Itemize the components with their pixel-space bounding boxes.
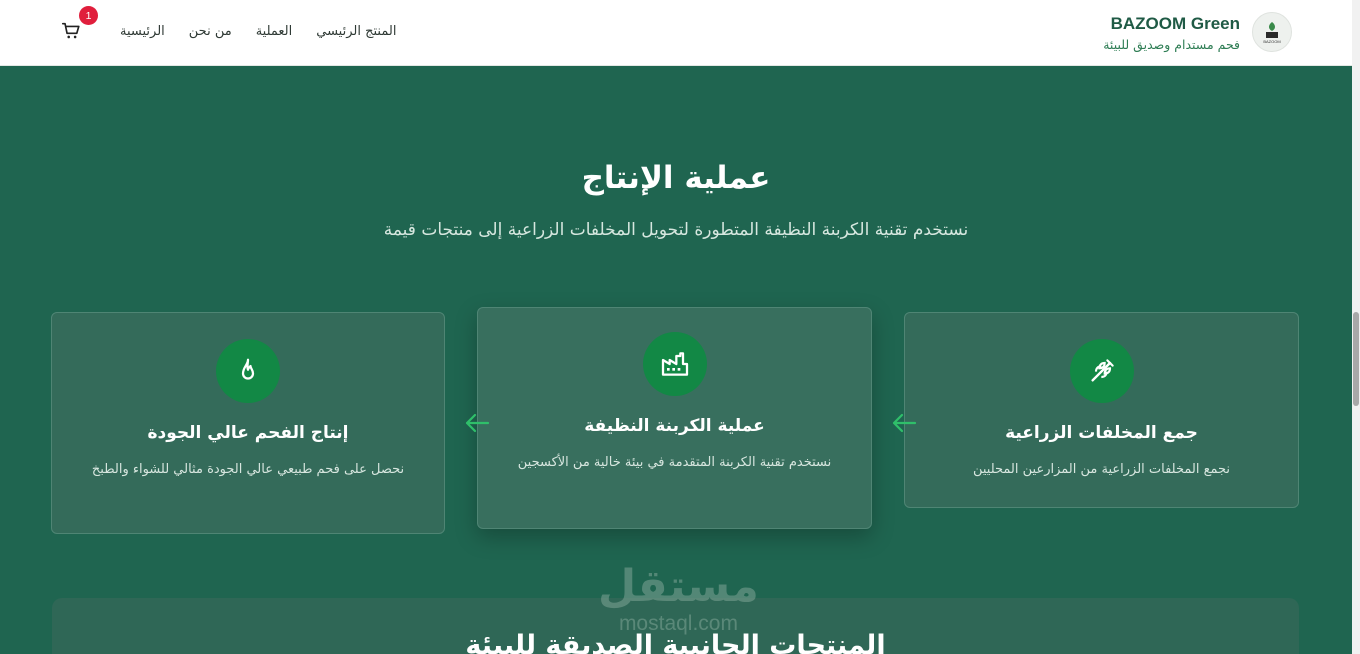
watermark-arabic: مستقل [598, 561, 759, 612]
step-title: عملية الكربنة النظيفة [584, 416, 765, 436]
site-header: BAZOOM BAZOOM Green فحم مستدام وصديق للب… [0, 0, 1352, 66]
section-title: عملية الإنتاج [581, 160, 771, 196]
step-title: إنتاج الفحم عالي الجودة [147, 423, 349, 443]
step-description: نحصل على فحم طبيعي عالي الجودة مثالي للش… [91, 462, 405, 477]
wheat-icon [1069, 339, 1134, 403]
nav-about[interactable]: من نحن [189, 24, 232, 39]
svg-text:BAZOOM: BAZOOM [1263, 39, 1280, 44]
logo-icon: BAZOOM [1263, 22, 1281, 44]
brand-logo[interactable]: BAZOOM [1252, 12, 1292, 52]
cart-count-badge: 1 [79, 6, 98, 25]
nav-process[interactable]: العملية [256, 24, 293, 39]
section-subtitle: نستخدم تقنية الكربنة النظيفة المتطورة لت… [383, 220, 969, 240]
page-scrollbar[interactable] [1352, 0, 1360, 654]
arrow-left-icon [465, 413, 490, 433]
cart-icon [61, 22, 80, 39]
main-nav: 1 الرئيسية من نحن العملية المنتج الرئيسي [60, 6, 408, 42]
brand-name: BAZOOM Green [1110, 13, 1240, 33]
nav-home[interactable]: الرئيسية [120, 24, 165, 39]
factory-icon [642, 332, 707, 396]
step-card-charcoal: إنتاج الفحم عالي الجودة نحصل على فحم طبي… [51, 312, 445, 534]
brand-tagline: فحم مستدام وصديق للبيئة [1103, 36, 1240, 52]
step-card-carbonization: عملية الكربنة النظيفة نستخدم تقنية الكرب… [477, 307, 872, 529]
nav-main-product[interactable]: المنتج الرئيسي [316, 24, 396, 39]
step-description: نجمع المخلفات الزراعية من المزارعين المح… [972, 462, 1231, 477]
step-description: نستخدم تقنية الكربنة المتقدمة في بيئة خا… [517, 455, 832, 470]
watermark: مستقل mostaql.com [598, 562, 759, 636]
cart-button[interactable]: 1 [60, 6, 98, 42]
step-card-collect: جمع المخلفات الزراعية نجمع المخلفات الزر… [904, 312, 1299, 508]
brand[interactable]: BAZOOM BAZOOM Green فحم مستدام وصديق للب… [1103, 12, 1292, 52]
scrollbar-thumb[interactable] [1353, 312, 1359, 406]
arrow-left-icon [892, 413, 917, 433]
watermark-latin: mostaql.com [618, 612, 738, 635]
step-title: جمع المخلفات الزراعية [1005, 423, 1198, 443]
flame-icon [216, 339, 280, 403]
